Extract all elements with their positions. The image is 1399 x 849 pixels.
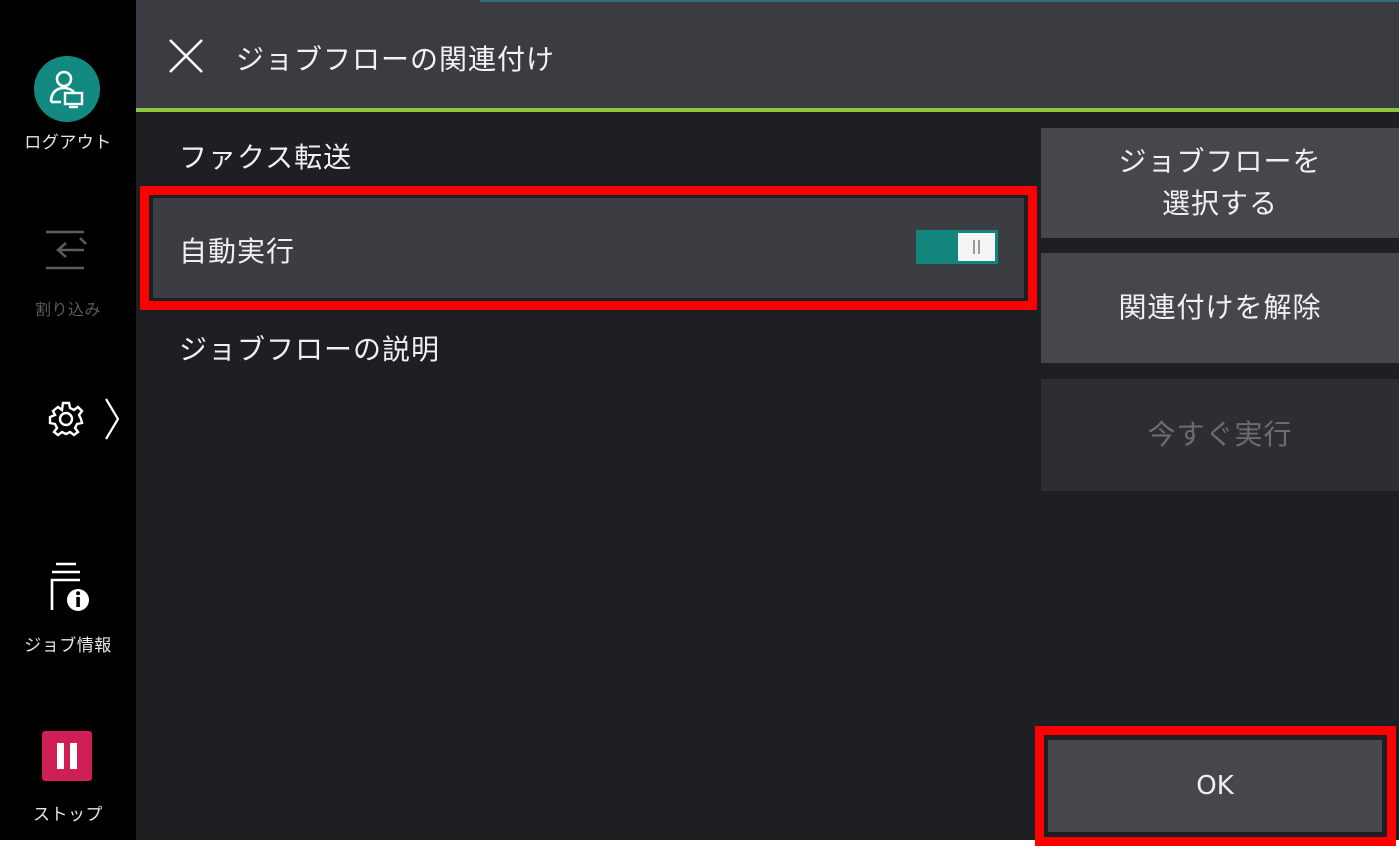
- interrupt-icon: [46, 230, 87, 270]
- job-info-label: ジョブ情報: [24, 636, 112, 656]
- device-settings-button[interactable]: [46, 397, 126, 440]
- auto-run-label: 自動実行: [179, 235, 296, 268]
- list-item-fax-forward: ファクス転送: [179, 141, 353, 174]
- toggle-knob: [958, 233, 995, 261]
- stop-label: ストップ: [33, 805, 103, 825]
- left-rail: ログアウト 割り込み ジョブ情報 ストップ: [0, 0, 136, 840]
- close-icon: [169, 39, 203, 73]
- header-accent-line: [480, 0, 1399, 2]
- page-title: ジョブフローの関連付け: [236, 43, 556, 76]
- run-now-label: 今すぐ実行: [1147, 418, 1293, 451]
- gear-icon: [48, 401, 84, 437]
- select-job-flow-label: ジョブフローを 選択する: [1118, 145, 1322, 220]
- select-job-flow-button[interactable]: ジョブフローを 選択する: [1041, 128, 1399, 238]
- run-now-button[interactable]: 今すぐ実行: [1041, 379, 1399, 491]
- chevron-right-icon: [105, 398, 120, 440]
- job-info-icon: [50, 562, 89, 611]
- auto-run-toggle[interactable]: [916, 230, 998, 264]
- stop-icon: [42, 731, 92, 781]
- unlink-button[interactable]: 関連付けを解除: [1041, 253, 1399, 363]
- unlink-label: 関連付けを解除: [1118, 291, 1322, 324]
- logout-label: ログアウト: [24, 133, 112, 153]
- close-button[interactable]: [164, 36, 208, 76]
- interrupt-label: 割り込み: [34, 300, 101, 319]
- ok-label: OK: [1196, 771, 1234, 801]
- ok-button[interactable]: OK: [1048, 740, 1382, 832]
- logout-user-icon: [34, 56, 100, 122]
- list-item-job-flow-description[interactable]: ジョブフローの説明: [179, 328, 440, 368]
